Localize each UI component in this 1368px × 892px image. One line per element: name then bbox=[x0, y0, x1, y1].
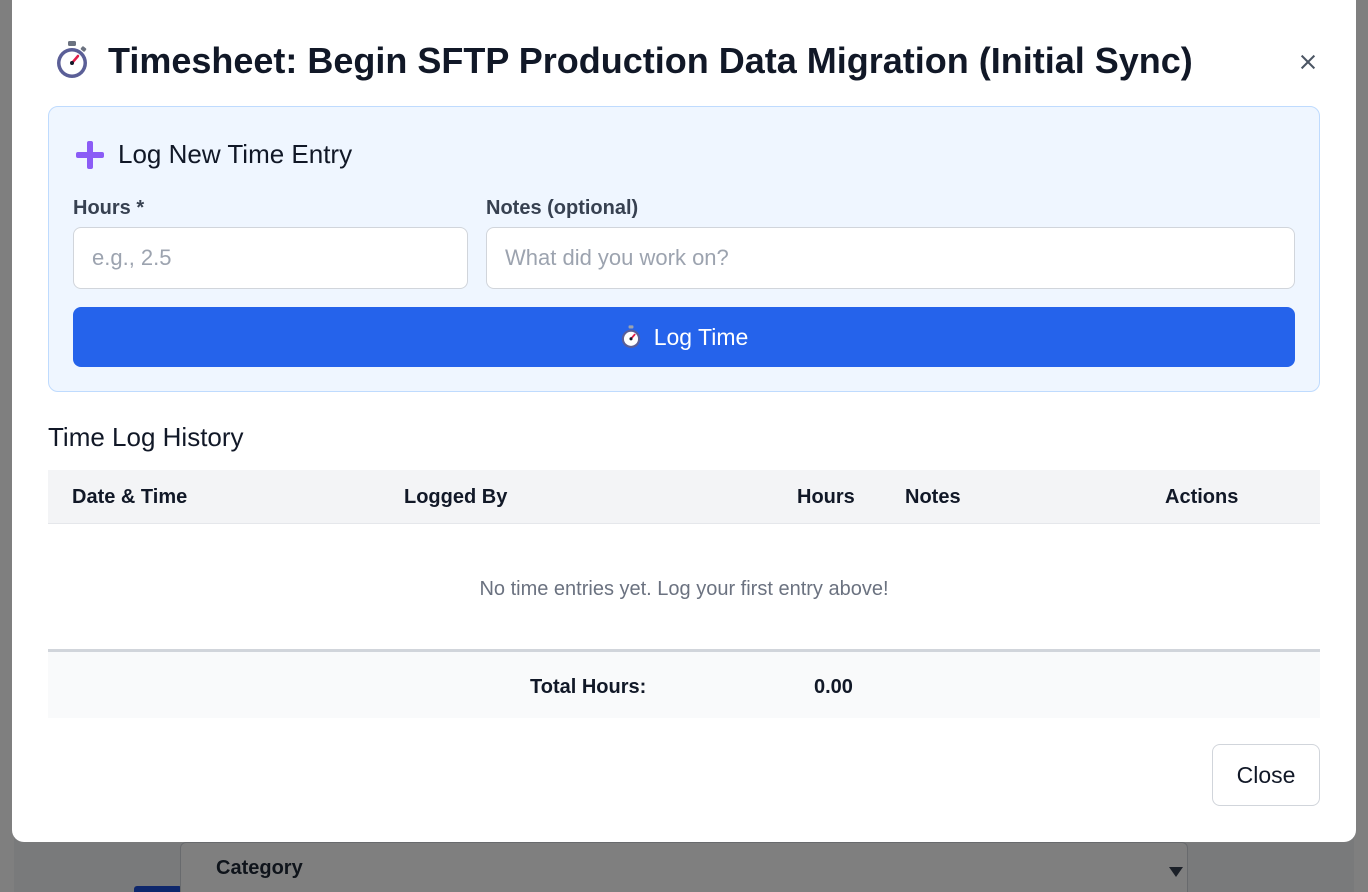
history-title: Time Log History bbox=[48, 422, 244, 452]
plus-icon bbox=[76, 141, 104, 169]
hours-label: Hours * bbox=[73, 197, 145, 219]
empty-state-message: No time entries yet. Log your first entr… bbox=[479, 578, 889, 600]
close-icon[interactable] bbox=[1296, 50, 1320, 74]
column-header-date: Date & Time bbox=[72, 486, 188, 508]
modal-title: Timesheet: Begin SFTP Production Data Mi… bbox=[108, 40, 1193, 81]
log-entry-panel: Log New Time Entry Hours * Notes (option… bbox=[48, 106, 1320, 392]
table-header: Date & Time Logged By Hours Notes Action… bbox=[48, 470, 1320, 524]
time-log-table: Date & Time Logged By Hours Notes Action… bbox=[48, 470, 1320, 718]
total-hours-label: Total Hours: bbox=[530, 676, 647, 698]
empty-state-row: No time entries yet. Log your first entr… bbox=[48, 524, 1320, 652]
log-time-label: Log Time bbox=[653, 323, 749, 350]
close-button[interactable]: Close bbox=[1212, 744, 1320, 806]
timesheet-modal: Timesheet: Begin SFTP Production Data Mi… bbox=[12, 0, 1356, 842]
total-hours-value: 0.00 bbox=[814, 676, 853, 698]
column-header-notes: Notes bbox=[905, 486, 961, 508]
column-header-actions: Actions bbox=[1165, 486, 1239, 508]
notes-input[interactable] bbox=[486, 227, 1295, 289]
hours-input[interactable] bbox=[73, 227, 468, 289]
column-header-logged-by: Logged By bbox=[404, 486, 508, 508]
log-time-button[interactable]: Log Time bbox=[73, 307, 1295, 367]
notes-label: Notes (optional) bbox=[486, 197, 639, 219]
column-header-hours: Hours bbox=[797, 486, 855, 508]
total-row: Total Hours: 0.00 bbox=[48, 652, 1320, 718]
stopwatch-icon bbox=[57, 41, 87, 78]
stopwatch-icon bbox=[621, 325, 640, 348]
modal-header: Timesheet: Begin SFTP Production Data Mi… bbox=[54, 38, 1320, 86]
log-entry-title: Log New Time Entry bbox=[118, 139, 353, 169]
